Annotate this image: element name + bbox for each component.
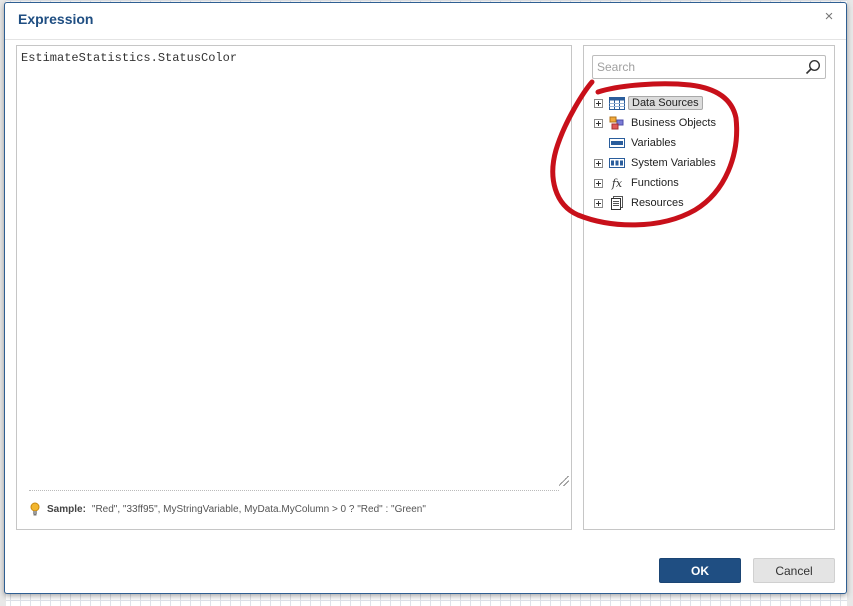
business-objects-icon — [609, 116, 625, 130]
resources-icon — [609, 196, 625, 210]
tree-item-resources[interactable]: Resources — [594, 193, 829, 213]
expression-dialog: Expression × EstimateStatistics.StatusCo… — [4, 2, 847, 594]
tree-item-label: System Variables — [631, 157, 716, 169]
variable-icon — [609, 136, 625, 150]
dictionary-panel: Data Sources Business Objects — [583, 45, 835, 530]
search-input[interactable] — [593, 56, 806, 78]
search-box — [592, 55, 826, 79]
expand-icon[interactable] — [594, 178, 603, 188]
expand-icon[interactable] — [594, 98, 603, 108]
tree-item-system-variables[interactable]: System Variables — [594, 153, 829, 173]
datasource-icon — [609, 96, 625, 110]
ok-button[interactable]: OK — [659, 558, 741, 583]
expand-icon[interactable] — [594, 118, 603, 128]
dialog-title: Expression — [18, 11, 94, 27]
sample-hint: Sample: "Red", "33ff95", MyStringVariabl… — [29, 502, 426, 516]
expand-icon[interactable] — [594, 158, 603, 168]
expression-editor[interactable]: EstimateStatistics.StatusColor Sample: "… — [16, 45, 572, 530]
fx-glyph: fx — [611, 176, 623, 190]
cancel-button[interactable]: Cancel — [753, 558, 835, 583]
tree-item-business-objects[interactable]: Business Objects — [594, 113, 829, 133]
function-icon: fx — [609, 176, 625, 190]
tree-item-functions[interactable]: fx Functions — [594, 173, 829, 193]
tree-item-label: Data Sources — [628, 96, 703, 110]
tree-item-data-sources[interactable]: Data Sources — [594, 93, 829, 113]
expand-icon[interactable] — [594, 198, 603, 208]
editor-divider — [29, 490, 559, 491]
expression-text[interactable]: EstimateStatistics.StatusColor — [21, 51, 237, 65]
sample-label: Sample: — [47, 503, 86, 515]
resize-grip-icon[interactable] — [559, 476, 569, 486]
dictionary-tree: Data Sources Business Objects Variables … — [594, 93, 829, 213]
lightbulb-icon — [30, 502, 40, 516]
background-right-edge — [847, 0, 853, 606]
system-variables-icon — [609, 156, 625, 170]
tree-item-label: Business Objects — [631, 117, 716, 129]
close-icon[interactable]: × — [822, 9, 836, 24]
tree-item-label: Resources — [631, 197, 684, 209]
tree-item-label: Variables — [631, 137, 677, 149]
tree-item-variables[interactable]: Variables — [594, 133, 829, 153]
search-icon[interactable] — [805, 59, 821, 75]
sample-text: "Red", "33ff95", MyStringVariable, MyDat… — [91, 503, 426, 515]
tree-item-label: Functions — [631, 177, 679, 189]
title-divider — [5, 39, 846, 40]
